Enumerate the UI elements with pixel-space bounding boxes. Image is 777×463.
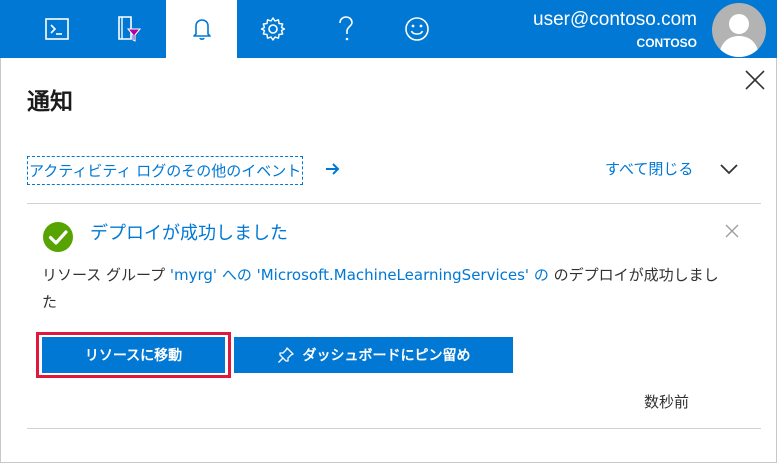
divider [27,428,761,429]
question-icon [338,16,353,41]
panel-title: 通知 [27,89,73,115]
go-to-resource-label: リソースに移動 [84,348,183,364]
help-button[interactable] [318,0,373,58]
avatar[interactable] [712,3,766,57]
book-filter-icon [117,16,141,42]
notification-title: デプロイが成功しました [90,223,288,244]
message-mid: への [217,266,257,284]
message-prefix: リソース グループ [42,266,170,284]
settings-button[interactable] [245,0,300,58]
account-info[interactable]: user@contoso.com CONTOSO [533,8,697,53]
resource-name: 'Microsoft.MachineLearningServices' [256,266,530,284]
arrow-right-icon[interactable] [325,161,341,177]
user-org: CONTOSO [636,36,697,50]
terminal-icon [44,18,69,40]
message-particle: の [529,266,549,284]
go-to-resource-button[interactable]: リソースに移動 [42,337,225,373]
resource-group-name: 'myrg' [169,266,218,284]
top-bar: user@contoso.com CONTOSO [0,0,777,58]
pin-to-dashboard-label: ダッシュボードにピン留め [302,348,471,364]
cloud-shell-button[interactable] [29,0,84,58]
chevron-down-icon[interactable] [719,162,739,176]
smiley-icon [404,17,429,41]
close-panel-icon[interactable] [744,69,766,91]
pin-to-dashboard-button[interactable]: ダッシュボードにピン留め [234,337,513,373]
gear-icon [260,17,285,41]
notification-message: リソース グループ 'myrg' への 'Microsoft.MachineLe… [42,262,732,316]
notification-timestamp: 数秒前 [644,393,690,411]
success-check-icon [43,222,73,252]
person-icon [719,14,759,57]
dismiss-all-link[interactable]: すべて閉じる [605,158,693,180]
close-notification-icon[interactable] [724,223,740,239]
notifications-button[interactable] [166,0,237,58]
user-email: user@contoso.com [533,9,697,30]
directory-filter-button[interactable] [100,0,155,58]
bell-icon [192,19,211,40]
feedback-button[interactable] [389,0,444,58]
pin-icon [277,347,294,363]
divider [27,203,761,204]
activity-log-link[interactable]: アクティビティ ログのその他のイベント [27,156,304,185]
